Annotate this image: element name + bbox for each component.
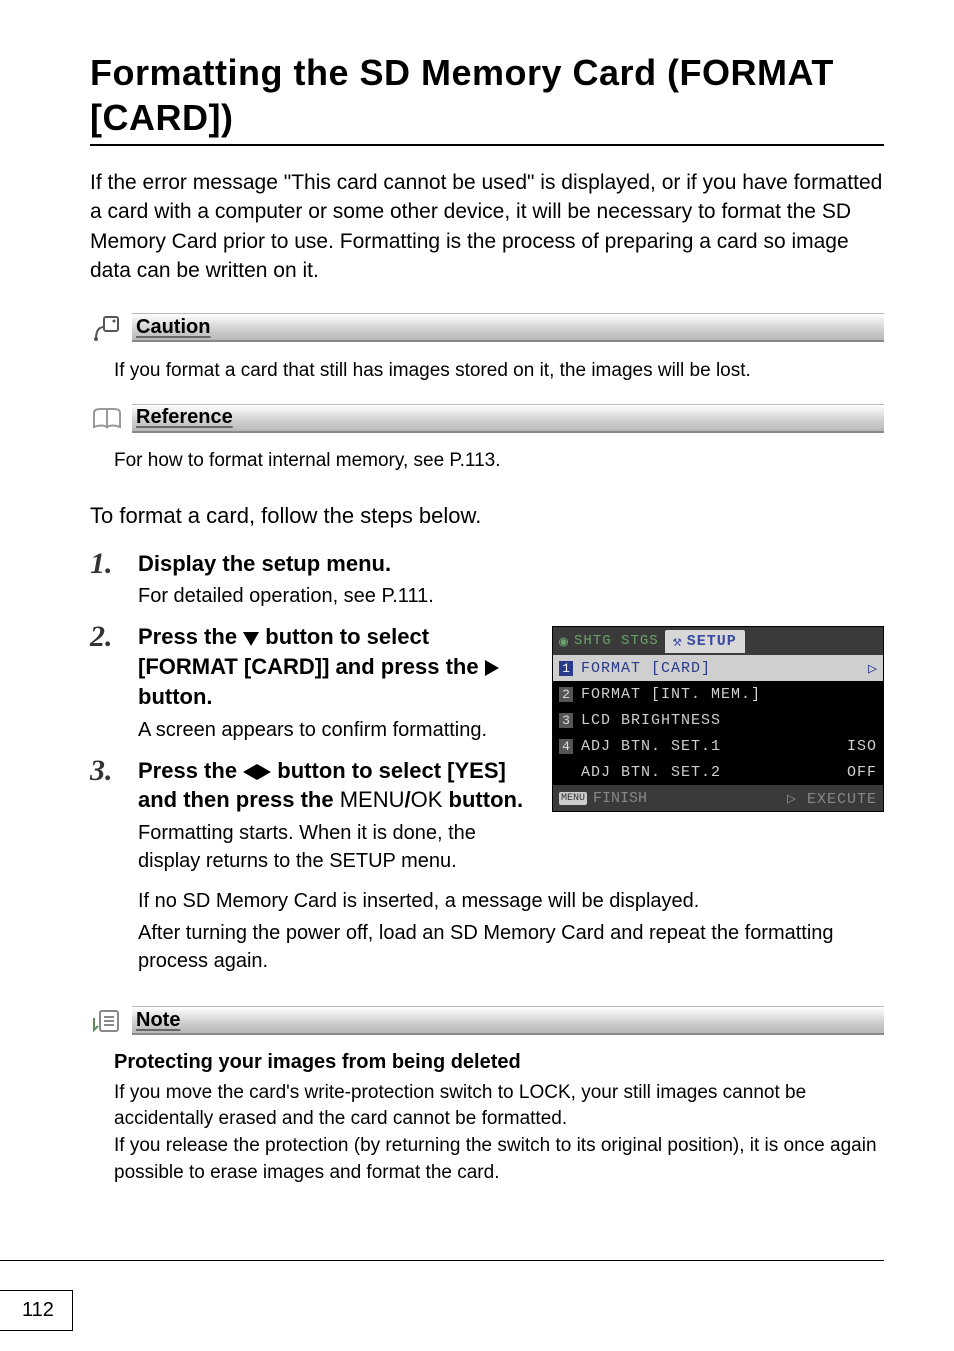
lcd-footer: MENU FINISH ▷ EXECUTE — [553, 785, 883, 811]
step-3: 3 Press the button to select [YES] and t… — [90, 756, 528, 875]
step-2: 2 Press the button to select [FORMAT [CA… — [90, 622, 528, 743]
note-icon — [90, 1008, 124, 1034]
ok-label: OK — [411, 787, 443, 812]
tab-shtg-stgs: SHTG STGS — [574, 633, 659, 649]
reference-body: For how to format internal memory, see P… — [114, 448, 884, 475]
tab-setup-label: SETUP — [687, 633, 737, 650]
step-1-sub: For detailed operation, see P.111. — [138, 582, 884, 610]
reference-icon — [90, 405, 124, 431]
step-2-head: Press the button to select [FORMAT [CARD… — [138, 622, 528, 711]
step-columns: 2 Press the button to select [FORMAT [CA… — [90, 622, 884, 886]
caution-body: If you format a card that still has imag… — [114, 358, 884, 385]
reference-label: Reference — [136, 406, 233, 429]
footer-execute-label: EXECUTE — [807, 791, 877, 808]
left-arrow-icon — [243, 764, 257, 780]
step-number: 3 — [90, 756, 124, 875]
step-number: 2 — [90, 622, 124, 743]
text-fragment: button. — [442, 787, 523, 812]
text-fragment: button. — [138, 684, 213, 709]
lcd-row-value: ISO — [847, 738, 877, 755]
caution-icon — [90, 315, 124, 341]
step-2-sub: A screen appears to confirm formatting. — [138, 716, 528, 744]
note-title: Protecting your images from being delete… — [114, 1051, 884, 1074]
lcd-rows: 1 FORMAT [CARD] ▷ 2 FORMAT [INT. MEM.] 3 LCD B… — [553, 655, 883, 785]
step-1-head: Display the setup menu. — [138, 549, 884, 579]
page-number: 112 — [0, 1290, 73, 1331]
step-1: 1 Display the setup menu. For detailed o… — [90, 549, 884, 611]
camera-icon: ◉ — [559, 632, 568, 651]
tab-setup: ⚒ SETUP — [665, 630, 745, 653]
lcd-row-label: FORMAT [CARD] — [581, 660, 711, 677]
lcd-row-label: ADJ BTN. SET.1 — [581, 738, 721, 755]
menu-badge: MENU — [559, 792, 587, 805]
lcd-row-number: 2 — [559, 687, 573, 702]
steps-list: 1 Display the setup menu. For detailed o… — [90, 549, 884, 975]
step-3-sub2: If no SD Memory Card is inserted, a mess… — [138, 887, 884, 915]
lead-sentence: To format a card, follow the steps below… — [90, 503, 884, 529]
lcd-tabs: ◉ SHTG STGS ⚒ SETUP — [553, 627, 883, 655]
lcd-row: 2 FORMAT [INT. MEM.] — [553, 681, 883, 707]
lcd-row-label: FORMAT [INT. MEM.] — [581, 686, 761, 703]
lcd-row: 1 FORMAT [CARD] ▷ — [553, 655, 883, 681]
note-header: Note — [90, 1005, 884, 1037]
right-caret-icon: ▷ — [868, 659, 877, 678]
lcd-row: ADJ BTN. SET.2 OFF — [553, 759, 883, 785]
reference-header: Reference — [90, 402, 884, 434]
lcd-row-number: 3 — [559, 713, 573, 728]
note-section: Note Protecting your images from being d… — [90, 1005, 884, 1186]
right-arrow-icon — [257, 764, 271, 780]
step-3-cont: 3 If no SD Memory Card is inserted, a me… — [90, 883, 884, 975]
lcd-row: 3 LCD BRIGHTNESS — [553, 707, 883, 733]
wrench-icon: ⚒ — [673, 632, 683, 651]
text-fragment: Press the — [138, 624, 243, 649]
step-3-head: Press the button to select [YES] and the… — [138, 756, 528, 815]
step-number: 1 — [90, 549, 124, 611]
down-arrow-icon — [243, 632, 259, 646]
caution-header: Caution — [90, 312, 884, 344]
note-body-1: If you move the card's write-protection … — [114, 1080, 884, 1133]
note-label: Note — [136, 1009, 180, 1032]
step-3-sub1: Formatting starts. When it is done, the … — [138, 819, 528, 875]
caution-bar: Caution — [132, 313, 884, 342]
reference-bar: Reference — [132, 404, 884, 433]
reference-section: Reference For how to format internal mem… — [90, 402, 884, 475]
step-3-sub3: After turning the power off, load an SD … — [138, 919, 884, 975]
footer-finish: FINISH — [593, 790, 647, 807]
right-arrow-icon — [485, 660, 499, 676]
footer-rule — [0, 1260, 884, 1261]
lcd-row-label: LCD BRIGHTNESS — [581, 712, 721, 729]
lcd-row-number: 4 — [559, 739, 573, 754]
menu-label: MENU — [340, 787, 405, 812]
caution-label: Caution — [136, 316, 210, 339]
page: Formatting the SD Memory Card (FORMAT [C… — [0, 0, 954, 1351]
page-title: Formatting the SD Memory Card (FORMAT [C… — [90, 50, 884, 146]
lcd-row-label: ADJ BTN. SET.2 — [581, 764, 721, 781]
lcd-row-number: 1 — [559, 661, 573, 676]
note-bar: Note — [132, 1006, 884, 1035]
lcd-row: 4 ADJ BTN. SET.1 ISO — [553, 733, 883, 759]
text-fragment: Press the — [138, 758, 243, 783]
footer-execute: ▷ EXECUTE — [787, 789, 877, 808]
note-body-2: If you release the protection (by return… — [114, 1133, 884, 1186]
caution-section: Caution If you format a card that still … — [90, 312, 884, 385]
lcd-row-value: OFF — [847, 764, 877, 781]
intro-paragraph: If the error message "This card cannot b… — [90, 168, 884, 286]
lcd-screenshot: ◉ SHTG STGS ⚒ SETUP 1 FORMAT [CARD] ▷ 2 FORM… — [552, 626, 884, 812]
